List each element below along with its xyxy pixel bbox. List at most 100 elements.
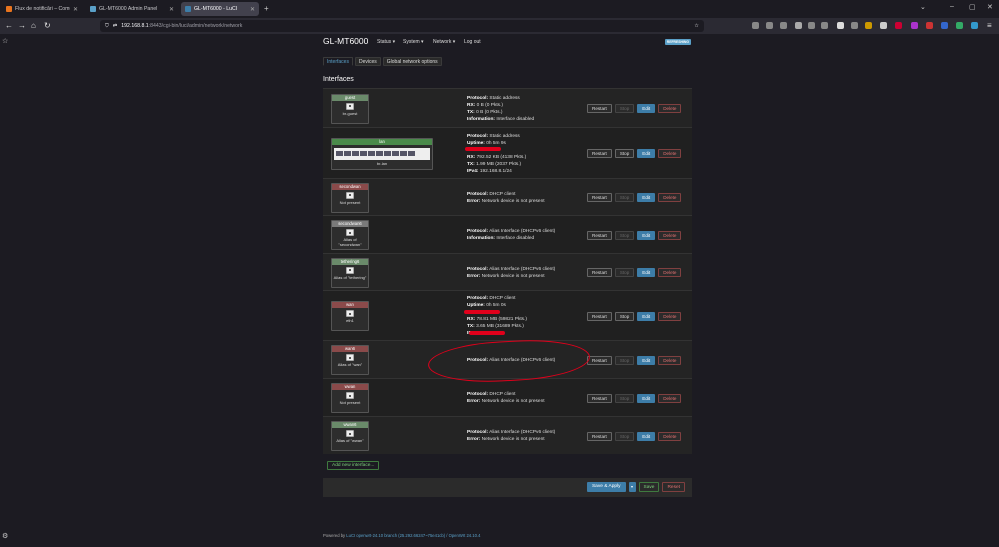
settings-gear-icon[interactable]: ⚙ (2, 532, 8, 540)
shield-icon[interactable]: ⛉ (105, 23, 109, 30)
delete-button[interactable]: Delete (658, 193, 682, 202)
edit-button[interactable]: Edit (637, 230, 656, 240)
close-icon[interactable]: ✕ (169, 6, 174, 13)
reset-button[interactable]: Reset (662, 482, 685, 492)
edit-button[interactable]: Edit (637, 393, 656, 403)
edit-button[interactable]: Edit (637, 268, 656, 277)
tab-interfaces[interactable]: Interfaces (323, 57, 353, 66)
menu-system[interactable]: System ▾ (403, 39, 424, 45)
status-key: Information: (467, 116, 495, 122)
tab-luci[interactable]: GL-MT6000 - LuCI ✕ (181, 2, 259, 16)
new-tab-button[interactable]: + (264, 4, 269, 13)
save-apply-dropdown[interactable]: ▾ (628, 482, 636, 492)
stop-button[interactable]: Stop (614, 311, 635, 321)
add-interface-button[interactable]: Add new interface... (327, 461, 380, 470)
edit-button[interactable]: Edit (637, 193, 656, 202)
tab-list-icon[interactable]: ⌄ (920, 3, 926, 11)
edit-button[interactable]: Edit (637, 311, 656, 321)
close-icon[interactable]: ✕ (250, 6, 255, 13)
download-icon[interactable] (752, 22, 759, 29)
screenshot-icon[interactable] (780, 22, 787, 29)
ext-glasses-icon[interactable] (880, 22, 887, 29)
save-apply-button[interactable]: Save & Apply (586, 482, 626, 492)
restart-button[interactable]: Restart (587, 193, 612, 202)
library-icon[interactable] (766, 22, 773, 29)
delete-button[interactable]: Delete (658, 268, 682, 277)
tab-global-network-options[interactable]: Global network options (382, 57, 442, 66)
delete-button[interactable]: Delete (658, 355, 682, 365)
refresh-badge[interactable]: REFRESHING (664, 39, 691, 45)
close-window-icon[interactable]: ✕ (987, 3, 993, 11)
restart-button[interactable]: Restart (587, 355, 612, 365)
interface-device: eth1 (346, 318, 354, 323)
delete-button[interactable]: Delete (658, 149, 682, 158)
ext-green-icon[interactable] (956, 22, 963, 29)
ext-shield-icon[interactable] (926, 22, 933, 29)
status-key: Protocol: (467, 430, 489, 435)
powered-by-link[interactable]: LuCI openwrt-24.10 branch (25.292.66247~… (346, 533, 480, 538)
interface-row-secondwan: secondwan Not present Protocol: DHCP clien… (323, 178, 692, 215)
tab-admin-panel[interactable]: GL-MT6000 Admin Panel ✕ (86, 2, 178, 16)
edit-button[interactable]: Edit (637, 431, 656, 441)
close-icon[interactable]: ✕ (73, 6, 78, 13)
save-button[interactable]: Save (638, 482, 660, 492)
tab-devices[interactable]: Devices (354, 57, 381, 66)
bookmark-star-icon[interactable]: ☆ (694, 23, 699, 29)
restart-button[interactable]: Restart (587, 311, 612, 321)
stop-button[interactable]: Stop (614, 431, 635, 441)
minimize-icon[interactable]: – (950, 3, 954, 10)
menu-status[interactable]: Status ▾ (377, 39, 395, 45)
interface-badge: wwan Not present (331, 383, 369, 413)
delete-button[interactable]: Delete (658, 431, 682, 441)
x-extension-icon[interactable] (795, 22, 802, 29)
stop-button[interactable]: Stop (614, 393, 635, 403)
reader-icon[interactable] (837, 22, 844, 29)
ext-purple-icon[interactable] (911, 22, 918, 29)
restart-button[interactable]: Restart (587, 393, 612, 403)
ext-cyan-icon[interactable] (971, 22, 978, 29)
restart-button[interactable]: Restart (587, 104, 612, 113)
maximize-icon[interactable]: ▢ (969, 3, 976, 11)
interface-status: Protocol: Static address Uptime: 0h 5m 9s… (464, 133, 526, 175)
delete-button[interactable]: Delete (658, 104, 682, 113)
restart-button[interactable]: Restart (587, 230, 612, 240)
menu-icon[interactable]: ≡ (987, 20, 992, 32)
ext-orange-icon[interactable] (865, 22, 872, 29)
menu-network[interactable]: Network ▾ (433, 39, 455, 45)
site-info-icon[interactable]: ⇄ (113, 23, 117, 29)
home-icon[interactable]: ⌂ (31, 20, 36, 32)
menu-logout[interactable]: Log out (464, 39, 481, 45)
stop-button[interactable]: Stop (614, 230, 635, 240)
address-bar[interactable]: ⛉ ⇄ 192.168.8.1:8443/cgi-bin/luci/admin/… (100, 20, 704, 32)
status-key: Protocol: (467, 95, 489, 101)
extension-icon[interactable] (808, 22, 815, 29)
brand-title[interactable]: GL-MT6000 (323, 36, 368, 46)
delete-button[interactable]: Delete (658, 311, 682, 321)
reload-icon[interactable]: ↻ (44, 20, 51, 32)
restart-button[interactable]: Restart (587, 431, 612, 441)
status-key: Error: (467, 198, 481, 204)
tab-notifications[interactable]: Flux de notificări – Comunitatea ✕ (2, 2, 82, 16)
stop-button[interactable]: Stop (614, 193, 635, 202)
status-key: Protocol: (467, 266, 489, 272)
stop-button[interactable]: Stop (614, 104, 635, 113)
edit-button[interactable]: Edit (637, 149, 656, 158)
stop-button[interactable]: Stop (614, 268, 635, 277)
puzzle-icon[interactable] (851, 22, 858, 29)
stop-button[interactable]: Stop (614, 149, 635, 158)
url-path: :8443/cgi-bin/luci/admin/network/network (148, 23, 243, 29)
restart-button[interactable]: Restart (587, 149, 612, 158)
stop-button[interactable]: Stop (614, 355, 635, 365)
lock-extension-icon[interactable] (821, 22, 828, 29)
delete-button[interactable]: Delete (658, 393, 682, 403)
back-icon[interactable]: ← (5, 20, 13, 32)
forward-icon[interactable]: → (18, 20, 26, 32)
interface-device: Alias of "wwan" (336, 438, 364, 443)
edit-button[interactable]: Edit (637, 104, 656, 113)
ext-red-icon[interactable] (895, 22, 902, 29)
delete-button[interactable]: Delete (658, 230, 682, 240)
restart-button[interactable]: Restart (587, 268, 612, 277)
edit-button[interactable]: Edit (637, 355, 656, 365)
ext-blue-icon[interactable] (941, 22, 948, 29)
bookmarks-star-icon[interactable]: ☆ (2, 37, 8, 45)
